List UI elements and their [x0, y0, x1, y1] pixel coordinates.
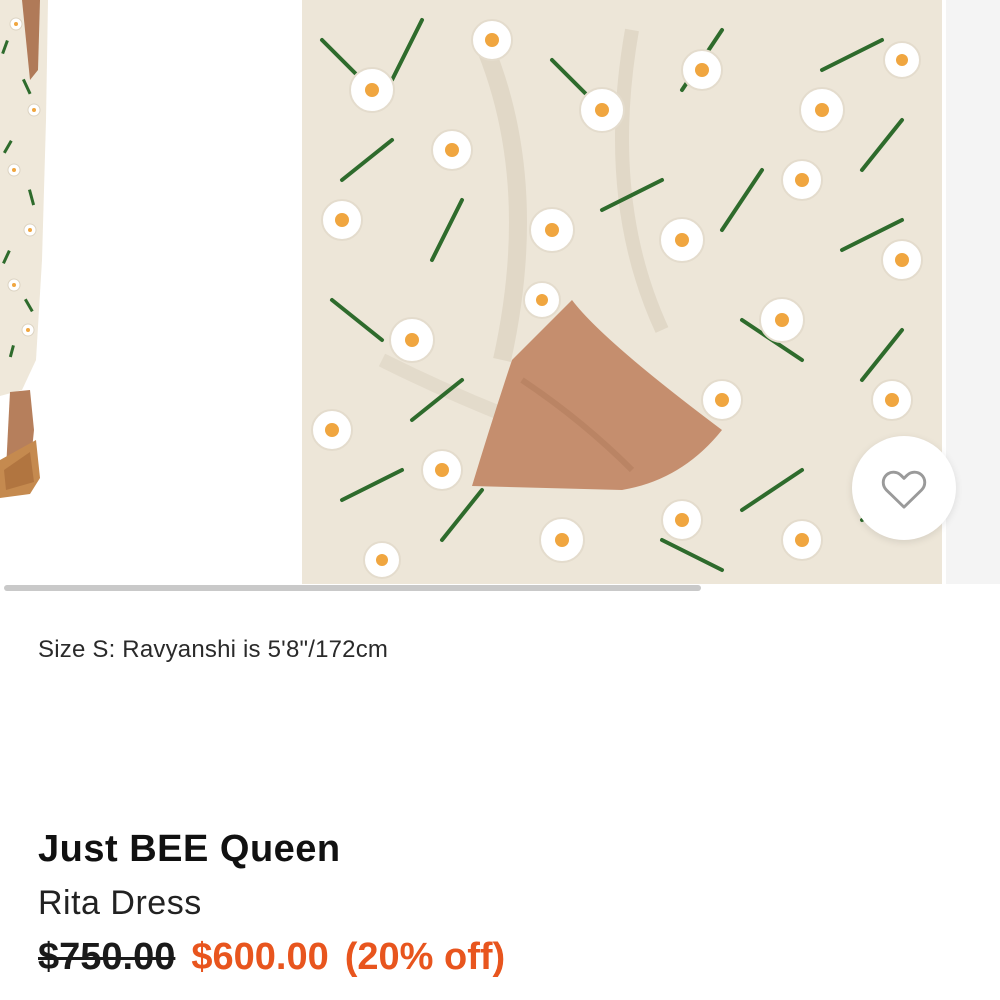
- floral-dress-cutout-closeup-photo: [302, 0, 942, 584]
- original-price: $750.00: [38, 936, 176, 978]
- product-title: Rita Dress: [38, 884, 202, 922]
- heart-outline-icon: [881, 470, 927, 509]
- sale-price: $600.00: [191, 936, 329, 978]
- carousel-scrollbar-thumb[interactable]: [4, 585, 701, 591]
- favorite-button[interactable]: [852, 436, 956, 540]
- image-carousel[interactable]: [0, 0, 1000, 584]
- product-page: Size S: Ravyanshi is 5'8"/172cm Just BEE…: [0, 0, 1000, 1000]
- model-legs-floral-dress-photo: [0, 0, 300, 584]
- brand-name[interactable]: Just BEE Queen: [38, 828, 341, 871]
- price-row: $750.00 $600.00 (20% off): [38, 936, 505, 979]
- model-size-caption: Size S: Ravyanshi is 5'8"/172cm: [38, 636, 389, 663]
- product-image-closeup[interactable]: [302, 0, 942, 584]
- discount-badge: (20% off): [344, 936, 506, 978]
- product-image-model[interactable]: [0, 0, 300, 584]
- carousel-scrollbar[interactable]: [0, 584, 1000, 592]
